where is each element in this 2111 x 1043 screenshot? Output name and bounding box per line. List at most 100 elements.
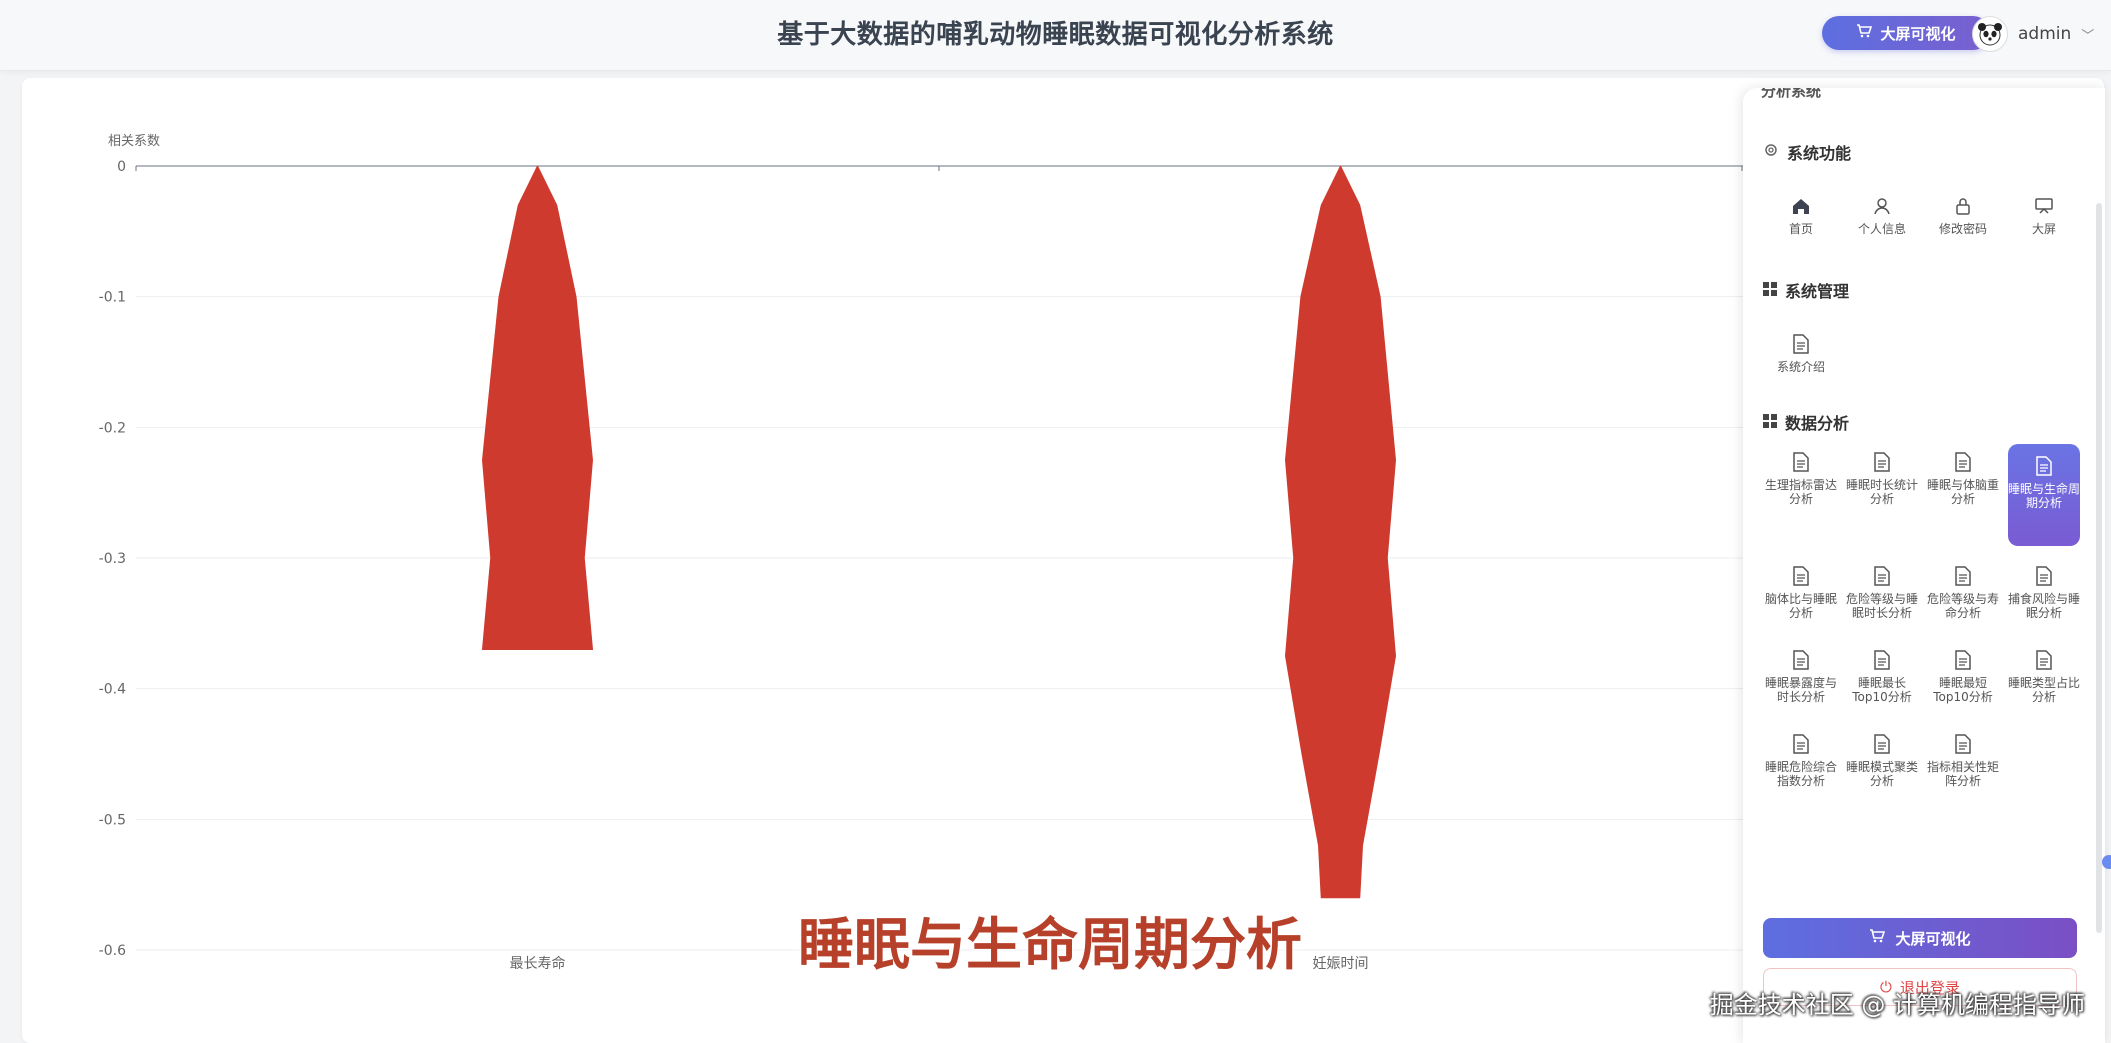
big-screen-visual-button[interactable]: 大屏可视化 — [1763, 918, 2077, 958]
y-tick-label: -0.2 — [99, 420, 126, 436]
big-screen-visual-label: 大屏可视化 — [1895, 929, 1971, 948]
menu-item-label: 睡眠模式聚类分析 — [1846, 760, 1919, 788]
user-icon — [1872, 194, 1892, 218]
panda-icon — [1978, 23, 2002, 46]
menu-item-label: 睡眠与体脑重分析 — [1927, 478, 2000, 506]
document-icon — [1873, 732, 1891, 756]
big-screen-label: 大屏可视化 — [1880, 24, 1956, 43]
menu-item-analysis[interactable]: 生理指标雷达分析 — [1765, 444, 1837, 546]
menu-item-label: 睡眠最短Top10分析 — [1933, 676, 1993, 704]
grid-icon — [1763, 281, 1777, 300]
gear-icon — [1763, 142, 1779, 162]
y-tick-label: -0.1 — [99, 290, 126, 306]
section-title: 系统管理 — [1785, 282, 1850, 301]
menu-item-analysis[interactable]: 脑体比与睡眠分析 — [1765, 558, 1837, 630]
document-icon — [1792, 732, 1810, 756]
section-title: 数据分析 — [1785, 414, 1850, 433]
menu-item-analysis[interactable]: 睡眠与生命周期分析 — [2008, 444, 2080, 546]
menu-item-label: 睡眠最长Top10分析 — [1852, 676, 1912, 704]
avatar[interactable] — [1972, 16, 2008, 52]
menu-item-label: 睡眠与生命周期分析 — [2008, 482, 2081, 510]
menu-item-analysis[interactable]: 睡眠暴露度与时长分析 — [1765, 642, 1837, 714]
username: admin — [2018, 24, 2072, 44]
watermark: 掘金技术社区 @ 计算机编程指导师 — [1709, 991, 2085, 1019]
menu-item-analysis[interactable]: 捕食风险与睡眠分析 — [2008, 558, 2080, 630]
menu-item-analysis[interactable]: 睡眠时长统计分析 — [1846, 444, 1918, 546]
x-category-label: 最长寿命 — [510, 955, 566, 972]
data-analysis-grid: 生理指标雷达分析 睡眠时长统计分析 睡眠与体脑重分析 睡眠与生命周期分析脑体比与睡眠分… — [1765, 444, 2089, 798]
menu-item-analysis[interactable]: 睡眠类型占比分析 — [2008, 642, 2080, 714]
menu-item-profile[interactable]: 个人信息 — [1846, 188, 1918, 260]
menu-item-label: 睡眠暴露度与时长分析 — [1765, 676, 1838, 704]
menu-item-label: 生理指标雷达分析 — [1765, 478, 1838, 506]
video-caption-title: 睡眠与生命周期分析 — [798, 913, 1302, 978]
menu-item-label: 个人信息 — [1857, 222, 1906, 236]
menu-item-label: 系统介绍 — [1776, 360, 1825, 374]
screen-icon — [2034, 194, 2054, 218]
menu-item-analysis[interactable]: 指标相关性矩阵分析 — [1927, 726, 1999, 798]
side-menu-panel: 分析系统 系统功能 首页 个人信息 修改密码 大屏 系统管理 系统介绍 数据分析… — [1743, 88, 2105, 1043]
document-icon — [1954, 732, 1972, 756]
cart-icon — [1869, 928, 1886, 948]
document-icon — [1792, 332, 1810, 356]
menu-item-home[interactable]: 首页 — [1765, 188, 1837, 260]
document-icon — [1954, 648, 1972, 672]
document-icon — [2035, 564, 2053, 588]
panel-scrollbar[interactable] — [2096, 203, 2102, 933]
menu-item-analysis[interactable]: 睡眠最短Top10分析 — [1927, 642, 1999, 714]
system-management-grid: 系统介绍 — [1765, 326, 2089, 398]
violin-shape — [1285, 165, 1396, 899]
section-data-analysis: 数据分析 — [1763, 410, 1849, 434]
menu-item-analysis[interactable]: 危险等级与寿命分析 — [1927, 558, 1999, 630]
y-tick-label: -0.4 — [99, 682, 126, 698]
menu-item-label: 睡眠类型占比分析 — [2008, 676, 2081, 704]
page-title: 基于大数据的哺乳动物睡眠数据可视化分析系统 — [777, 20, 1334, 50]
document-icon — [1954, 564, 1972, 588]
document-icon — [1873, 564, 1891, 588]
panel-peek-label: 分析系统 — [1761, 88, 1822, 100]
menu-item-analysis[interactable]: 睡眠模式聚类分析 — [1846, 726, 1918, 798]
section-system-functions: 系统功能 — [1763, 140, 1851, 164]
menu-item-label: 修改密码 — [1938, 222, 1987, 236]
menu-item-change-password[interactable]: 修改密码 — [1927, 188, 1999, 260]
menu-item-label: 睡眠危险综合指数分析 — [1765, 760, 1838, 788]
document-icon — [1792, 450, 1810, 474]
document-icon — [1792, 564, 1810, 588]
menu-item-analysis[interactable]: 危险等级与睡眠时长分析 — [1846, 558, 1918, 630]
menu-item-label: 首页 — [1788, 222, 1813, 236]
violin-shape — [482, 165, 593, 650]
user-menu[interactable]: admin ﹀ — [1972, 14, 2094, 54]
menu-item-analysis[interactable]: 睡眠最长Top10分析 — [1846, 642, 1918, 714]
grid-icon — [1763, 413, 1777, 432]
y-axis-label: 相关系数 — [108, 134, 160, 149]
lock-icon — [1953, 194, 1973, 218]
system-functions-grid: 首页 个人信息 修改密码 大屏 — [1765, 188, 2089, 260]
document-icon — [2035, 454, 2053, 478]
document-icon — [1954, 450, 1972, 474]
y-tick-label: -0.5 — [99, 812, 126, 828]
home-icon — [1791, 194, 1811, 218]
y-tick-label: 0 — [117, 159, 126, 175]
document-icon — [1873, 648, 1891, 672]
menu-item-analysis[interactable]: 睡眠与体脑重分析 — [1927, 444, 1999, 546]
top-header: 基于大数据的哺乳动物睡眠数据可视化分析系统 大屏可视化 admin ﹀ — [0, 0, 2111, 71]
menu-item-system-intro[interactable]: 系统介绍 — [1765, 326, 1837, 398]
menu-item-label: 睡眠时长统计分析 — [1846, 478, 1919, 506]
y-tick-label: -0.6 — [99, 943, 126, 959]
section-system-management: 系统管理 — [1763, 278, 1849, 302]
menu-item-big-screen[interactable]: 大屏 — [2008, 188, 2080, 260]
menu-item-label: 危险等级与寿命分析 — [1927, 592, 2000, 620]
floating-handle[interactable] — [2102, 855, 2111, 869]
document-icon — [2035, 648, 2053, 672]
menu-item-label: 捕食风险与睡眠分析 — [2008, 592, 2081, 620]
menu-item-label: 指标相关性矩阵分析 — [1927, 760, 2000, 788]
section-title: 系统功能 — [1787, 144, 1852, 163]
chevron-down-icon[interactable]: ﹀ — [2081, 25, 2094, 44]
document-icon — [1873, 450, 1891, 474]
menu-item-label: 大屏 — [2031, 222, 2056, 236]
menu-item-label: 脑体比与睡眠分析 — [1765, 592, 1838, 620]
document-icon — [1792, 648, 1810, 672]
big-screen-button[interactable]: 大屏可视化 — [1822, 16, 1990, 50]
menu-item-analysis[interactable]: 睡眠危险综合指数分析 — [1765, 726, 1837, 798]
y-tick-label: -0.3 — [99, 551, 126, 567]
